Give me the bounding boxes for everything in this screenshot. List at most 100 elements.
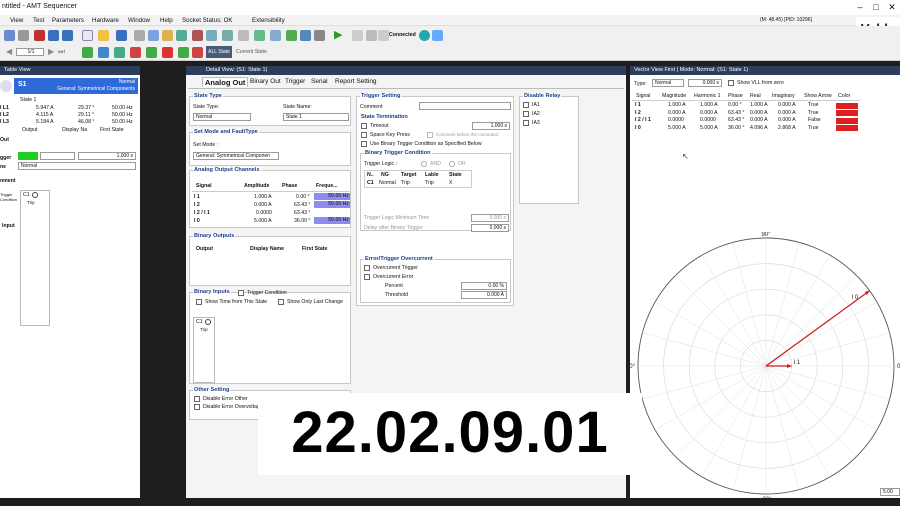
move-down-icon[interactable] — [162, 47, 173, 58]
menu-window[interactable]: Window — [128, 17, 150, 24]
cut-icon[interactable] — [134, 30, 145, 41]
copy-icon[interactable] — [148, 30, 159, 41]
document-icon[interactable] — [82, 30, 93, 41]
frequency-cell[interactable]: 50.00 Hz — [314, 193, 350, 200]
ia2-checkbox[interactable] — [523, 111, 529, 117]
timeout-input[interactable]: 1.000 s — [472, 122, 510, 130]
close-doc-icon[interactable] — [192, 30, 203, 41]
menu-view[interactable]: View — [10, 17, 23, 24]
settings-icon[interactable] — [206, 30, 217, 41]
vector-color-swatch[interactable] — [836, 117, 858, 124]
state-name-input[interactable]: State 1 — [283, 113, 349, 121]
grid-icon[interactable] — [176, 30, 187, 41]
vector-cell-arrow[interactable]: True — [808, 125, 818, 131]
prev-icon[interactable]: ◀ — [6, 47, 12, 56]
overcurrent-trigger-checkbox[interactable] — [364, 265, 370, 271]
last-icon[interactable]: ⏭ — [58, 47, 65, 57]
menu-test[interactable]: Test — [33, 17, 44, 24]
all-state-button[interactable]: ALL State — [206, 46, 232, 58]
table-icon[interactable] — [238, 30, 249, 41]
ssl-icon[interactable] — [18, 30, 29, 41]
comment-input[interactable] — [419, 102, 511, 110]
or-radio[interactable] — [449, 161, 455, 167]
menu-parameters[interactable]: Parameters — [52, 17, 84, 24]
amplitude-cell[interactable]: 1.000 A — [254, 194, 272, 200]
disk-icon[interactable] — [48, 30, 59, 41]
minimize-icon[interactable]: – — [852, 1, 868, 13]
trigger-time-input[interactable]: 1.000 s — [78, 152, 136, 160]
waveform-icon[interactable] — [300, 30, 311, 41]
settings-gear-icon[interactable] — [0, 80, 12, 92]
tab-trigger[interactable]: Trigger — [283, 77, 307, 87]
clock-icon[interactable] — [314, 30, 325, 41]
state-type-select[interactable]: Normal — [193, 113, 251, 121]
btc-row-lable[interactable]: Trip — [425, 180, 434, 186]
time-input[interactable]: 0.000 s — [688, 79, 722, 87]
disable-error-other-checkbox[interactable] — [194, 396, 200, 402]
ia3-checkbox[interactable] — [523, 120, 529, 126]
layout-icon[interactable] — [254, 30, 265, 41]
and-radio[interactable] — [421, 161, 427, 167]
tab-report-setting[interactable]: Report Setting — [333, 77, 379, 87]
vector-color-swatch[interactable] — [836, 125, 858, 131]
paste-icon[interactable] — [162, 30, 173, 41]
copy-state-icon[interactable] — [114, 47, 125, 58]
vector-cell-arrow[interactable]: True — [808, 110, 818, 116]
calendar-icon[interactable] — [286, 30, 297, 41]
delay-input[interactable]: 0.000 s — [471, 224, 509, 232]
frequency-cell[interactable]: 50.00 Hz — [314, 217, 350, 224]
show-vll-checkbox[interactable] — [728, 80, 734, 86]
maximize-icon[interactable]: □ — [868, 1, 884, 13]
trigger-condition-checkbox[interactable] — [238, 290, 244, 296]
vector-cell-arrow[interactable]: False — [808, 117, 821, 123]
vector-cell-arrow[interactable]: True — [808, 102, 818, 108]
folder-icon[interactable] — [98, 30, 109, 41]
phase-cell[interactable]: 36.00 ° — [294, 218, 311, 224]
phase-cell[interactable]: 63.43 ° — [294, 202, 311, 208]
close-icon[interactable]: ✕ — [884, 1, 900, 13]
pause-icon[interactable] — [352, 30, 363, 41]
current-state-button[interactable]: Current State — [236, 49, 267, 55]
amplitude-cell[interactable]: 0.0000 — [256, 210, 272, 216]
chart-icon[interactable] — [222, 30, 233, 41]
delete-state-icon[interactable] — [130, 47, 141, 58]
save-icon[interactable] — [116, 30, 127, 41]
type-select[interactable]: Normal — [652, 79, 684, 87]
step-input[interactable]: 1/1 — [16, 48, 44, 56]
btc-row-target[interactable]: Trip — [401, 180, 410, 186]
new-icon[interactable] — [4, 30, 15, 41]
connection-icon[interactable] — [419, 30, 430, 41]
play-icon[interactable]: ▶ — [334, 28, 342, 41]
menu-hardware[interactable]: Hardware — [92, 17, 119, 24]
tab-analog-out[interactable]: Analog Out — [202, 77, 249, 87]
percent-input[interactable]: 0.00 % — [461, 282, 507, 290]
remove-icon[interactable] — [192, 47, 203, 58]
btc-row-ng[interactable]: Normal — [379, 180, 396, 186]
vector-color-swatch[interactable] — [836, 102, 858, 109]
stop-icon[interactable] — [366, 30, 377, 41]
overcurrent-error-checkbox[interactable] — [364, 274, 370, 280]
insert-state-icon[interactable] — [98, 47, 109, 58]
record-icon[interactable] — [34, 30, 45, 41]
tab-serial[interactable]: Serial — [309, 77, 330, 87]
add-state-icon[interactable] — [82, 47, 93, 58]
amplitude-cell[interactable]: 0.000 A — [254, 202, 272, 208]
btc-row-state[interactable]: X — [449, 180, 452, 186]
phase-cell[interactable]: 63.43 ° — [294, 210, 311, 216]
next-icon[interactable]: ▶ — [48, 47, 54, 56]
mode-select[interactable]: Normal — [18, 162, 136, 170]
show-last-checkbox[interactable] — [278, 299, 284, 305]
trigger-slider[interactable] — [40, 152, 75, 160]
export-icon[interactable] — [178, 47, 189, 58]
threshold-input[interactable]: 0.000 A — [461, 291, 507, 299]
save-all-icon[interactable] — [62, 30, 73, 41]
vector-color-swatch[interactable] — [836, 110, 858, 116]
ia1-checkbox[interactable] — [523, 102, 529, 108]
scale-input[interactable]: 5.00 — [880, 488, 900, 496]
menu-extensibility[interactable]: Extensibility — [252, 17, 285, 24]
timeout-checkbox[interactable] — [361, 123, 367, 129]
frequency-cell[interactable]: 50.00 Hz — [314, 201, 350, 208]
record-stop-icon[interactable] — [378, 30, 389, 41]
show-time-checkbox[interactable] — [196, 299, 202, 305]
monitor-icon[interactable] — [270, 30, 281, 41]
